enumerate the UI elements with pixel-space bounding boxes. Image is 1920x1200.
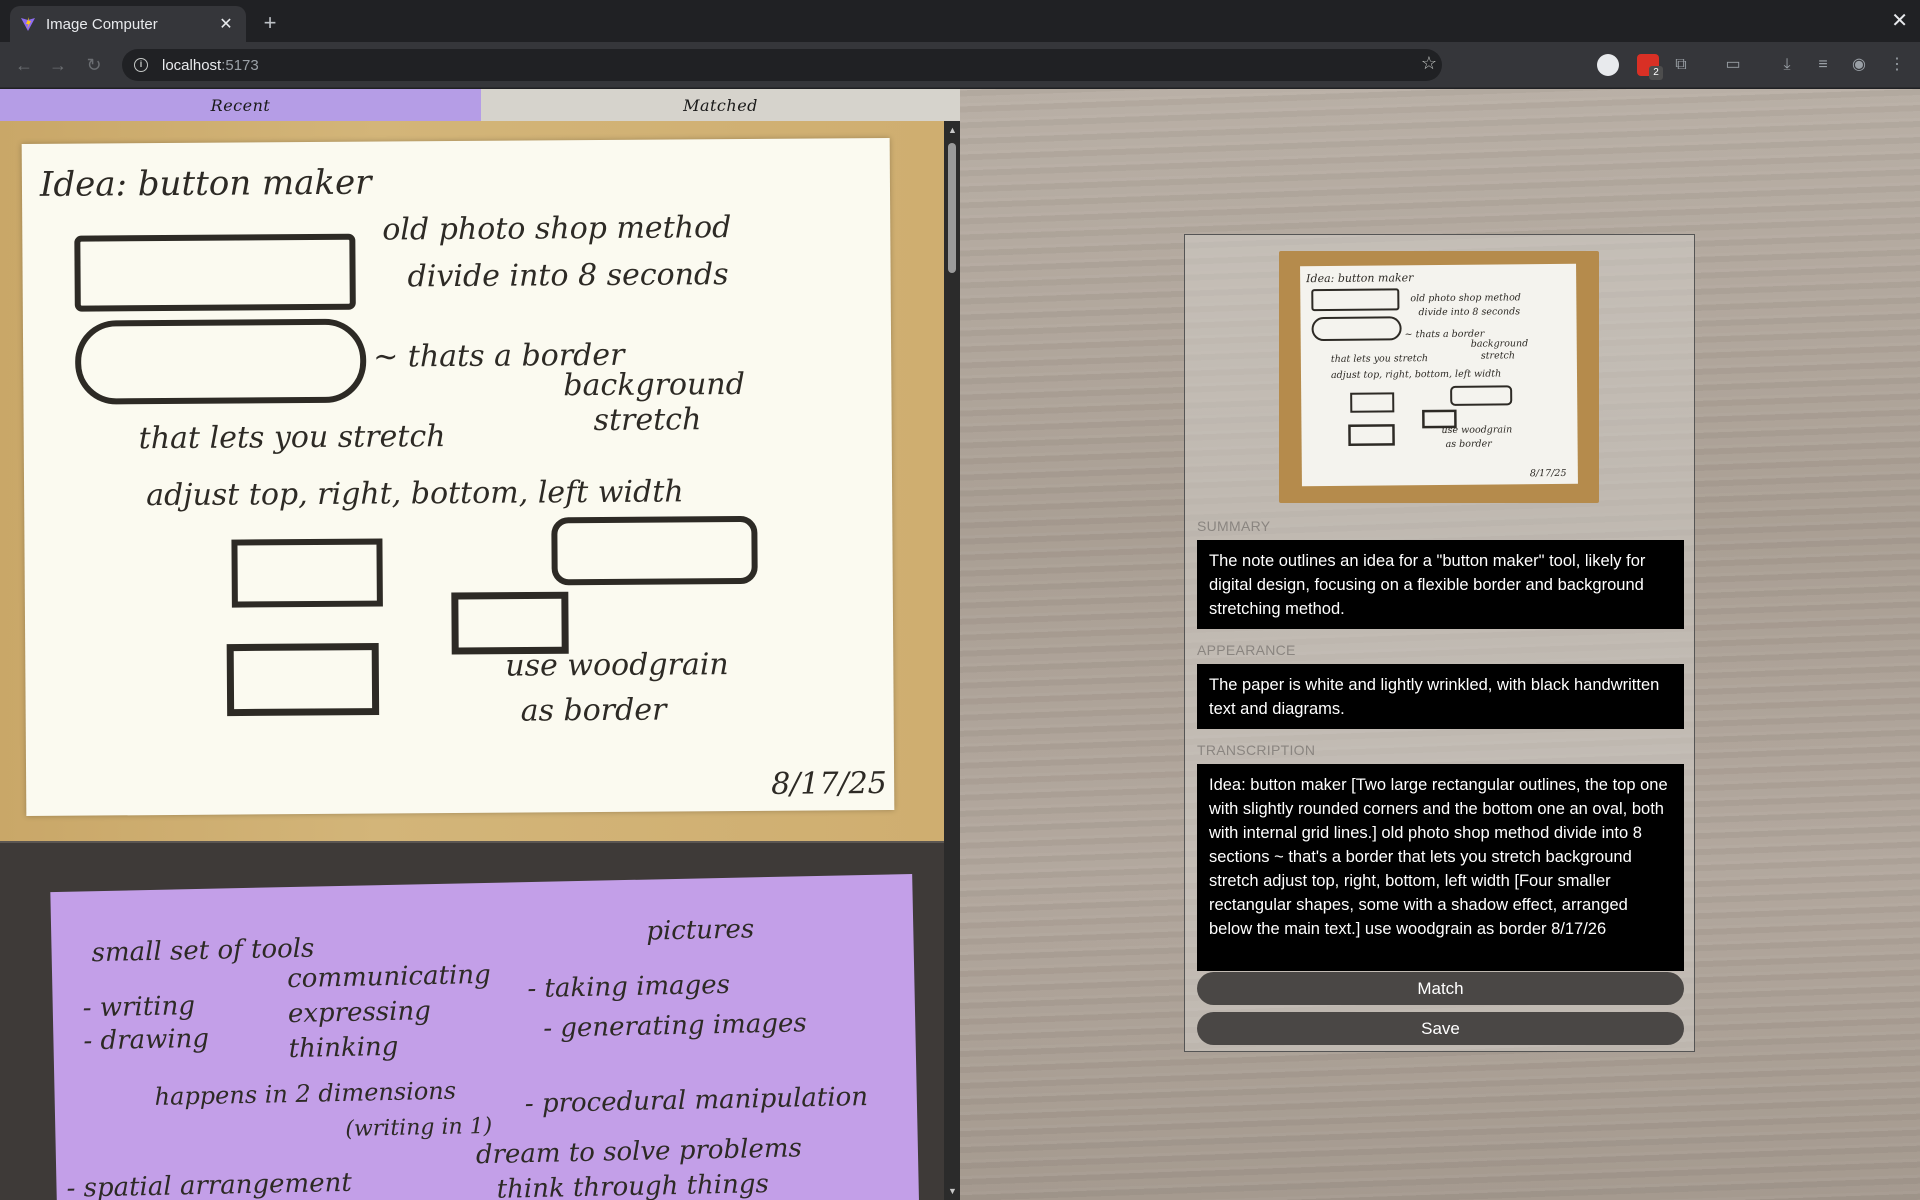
appearance-text: The paper is white and lightly wrinkled,… <box>1197 664 1684 729</box>
tab-title: Image Computer <box>46 15 158 33</box>
preview-sketch-oval <box>1311 316 1402 342</box>
address-bar[interactable]: i localhost:5173 ☆ <box>122 49 1442 81</box>
preview-paper: Idea: button maker old photo shop method… <box>1300 263 1578 487</box>
note-line: think through things <box>496 1169 769 1200</box>
window-close-button[interactable]: ✕ <box>1891 8 1908 33</box>
summary-text: The note outlines an idea for a "button … <box>1197 540 1684 629</box>
preview-date: 8/17/25 <box>1530 468 1567 479</box>
note-line: - writing <box>82 991 195 1023</box>
vite-logo-icon <box>21 17 35 31</box>
preview-line: background <box>1471 338 1529 350</box>
save-button[interactable]: Save <box>1197 1012 1684 1045</box>
left-pane: Recent Matched Idea: button maker old ph… <box>0 89 960 1200</box>
transcription-text: Idea: button maker [Two large rectangula… <box>1197 764 1684 971</box>
profile-icon[interactable]: ◉ <box>1848 54 1870 76</box>
extension-badge-icon[interactable]: 2 <box>1637 54 1663 80</box>
note-sketch-rect <box>74 233 356 312</box>
transcription-label: TRANSCRIPTION <box>1197 742 1316 758</box>
note-card[interactable]: small set of tools pictures communicatin… <box>0 843 944 1200</box>
bookmark-star-icon[interactable]: ☆ <box>1416 53 1442 77</box>
back-arrow-icon[interactable]: ← <box>12 53 36 77</box>
extension-badge-count: 2 <box>1649 66 1663 80</box>
preview-handwriting: Idea: button maker old photo shop method… <box>1305 271 1567 479</box>
note-sketch-rect <box>451 591 569 655</box>
url-port: :5173 <box>221 56 259 74</box>
preview-sketch-rect <box>1348 424 1395 447</box>
preview-line: that lets you stretch <box>1331 353 1428 365</box>
summary-label: SUMMARY <box>1197 518 1271 534</box>
browser-toolbar: ← → ↻ i localhost:5173 ☆ 2 ⧉ ▭ ⤓ ≡ ◉ ⋮ <box>0 42 1920 88</box>
url-text[interactable]: localhost:5173 <box>162 57 259 74</box>
image-list[interactable]: Idea: button maker old photo shop method… <box>0 121 944 1200</box>
new-tab-button[interactable]: + <box>256 10 284 36</box>
preview-title: Idea: button maker <box>1305 271 1414 285</box>
note-line: - spatial arrangement <box>66 1168 352 1200</box>
note-line: pictures <box>646 914 754 946</box>
preview-line: as border <box>1446 439 1494 450</box>
note-line: expressing <box>288 996 432 1029</box>
note-line: communicating <box>287 960 491 994</box>
preview-sketch-rect <box>1311 288 1400 312</box>
appearance-label: APPEARANCE <box>1197 642 1296 658</box>
note-sketch-oval <box>75 318 367 405</box>
forward-arrow-icon[interactable]: → <box>46 53 70 77</box>
note-line: as border <box>521 693 669 729</box>
cast-icon[interactable]: ▭ <box>1722 54 1744 76</box>
page: Recent Matched Idea: button maker old ph… <box>0 89 1920 1200</box>
url-host: localhost <box>162 56 222 74</box>
preview-sketch-rect <box>1350 392 1395 413</box>
note-line: old photo shop method <box>382 210 731 247</box>
note-sketch-rect <box>226 643 380 717</box>
note-sketch-rect <box>551 516 758 586</box>
note-sketch-rect <box>231 538 383 608</box>
note-line: - generating images <box>543 1008 807 1044</box>
note-handwriting: small set of tools pictures communicatin… <box>66 914 869 1200</box>
note-line: divide into 8 seconds <box>407 257 728 294</box>
detail-panel: Idea: button maker old photo shop method… <box>1184 234 1695 1052</box>
note-line: thinking <box>288 1032 398 1064</box>
note-line: adjust top, right, bottom, left width <box>146 474 684 513</box>
note-line: - drawing <box>83 1024 209 1057</box>
preview-line: stretch <box>1481 350 1515 361</box>
list-scrollbar[interactable]: ▲ ▼ <box>944 121 960 1200</box>
preview-line: divide into 8 seconds <box>1418 306 1520 318</box>
note-line: - procedural manipulation <box>525 1082 869 1119</box>
note-line: dream to solve problems <box>476 1133 803 1170</box>
note-paper: small set of tools pictures communicatin… <box>50 874 920 1200</box>
preview-line: old photo shop method <box>1410 292 1521 304</box>
scroll-up-arrow-icon[interactable]: ▲ <box>948 125 957 135</box>
note-line: happens in 2 dimensions <box>154 1077 456 1111</box>
close-tab-icon[interactable]: ✕ <box>216 14 236 34</box>
browser-tab-bar: Image Computer ✕ + ✕ <box>0 0 1920 42</box>
scroll-down-arrow-icon[interactable]: ▼ <box>948 1186 957 1196</box>
reading-list-icon[interactable]: ≡ <box>1812 54 1834 76</box>
note-line: stretch <box>593 402 701 438</box>
download-icon[interactable]: ⤓ <box>1776 54 1798 76</box>
note-date: 8/17/25 <box>771 766 887 802</box>
preview-line: adjust top, right, bottom, left width <box>1331 368 1501 380</box>
browser-tab[interactable]: Image Computer ✕ <box>10 6 246 42</box>
tab-recent[interactable]: Recent <box>0 89 481 121</box>
note-line: small set of tools <box>91 934 314 969</box>
match-button[interactable]: Match <box>1197 972 1684 1005</box>
puzzle-icon[interactable]: ⧉ <box>1670 54 1692 76</box>
note-line: (writing in 1) <box>345 1114 492 1142</box>
note-line: - taking images <box>527 970 730 1004</box>
preview-sketch-rect <box>1450 385 1513 406</box>
site-info-icon[interactable]: i <box>134 58 148 72</box>
note-title: Idea: button maker <box>39 163 374 205</box>
preview-line: use woodgrain <box>1441 424 1512 436</box>
scrollbar-thumb[interactable] <box>948 143 956 273</box>
note-line: background <box>563 367 745 403</box>
note-line: use woodgrain <box>505 647 729 684</box>
reload-icon[interactable]: ↻ <box>82 53 106 77</box>
note-line: that lets you stretch <box>139 419 446 456</box>
selected-image-preview: Idea: button maker old photo shop method… <box>1279 251 1599 503</box>
extension-icon[interactable] <box>1597 54 1619 76</box>
menu-dots-icon[interactable]: ⋮ <box>1886 54 1908 76</box>
note-handwriting: Idea: button maker old photo shop method… <box>39 163 887 802</box>
note-paper: Idea: button maker old photo shop method… <box>21 137 895 817</box>
tab-matched[interactable]: Matched <box>481 89 960 121</box>
note-card[interactable]: Idea: button maker old photo shop method… <box>0 121 944 841</box>
